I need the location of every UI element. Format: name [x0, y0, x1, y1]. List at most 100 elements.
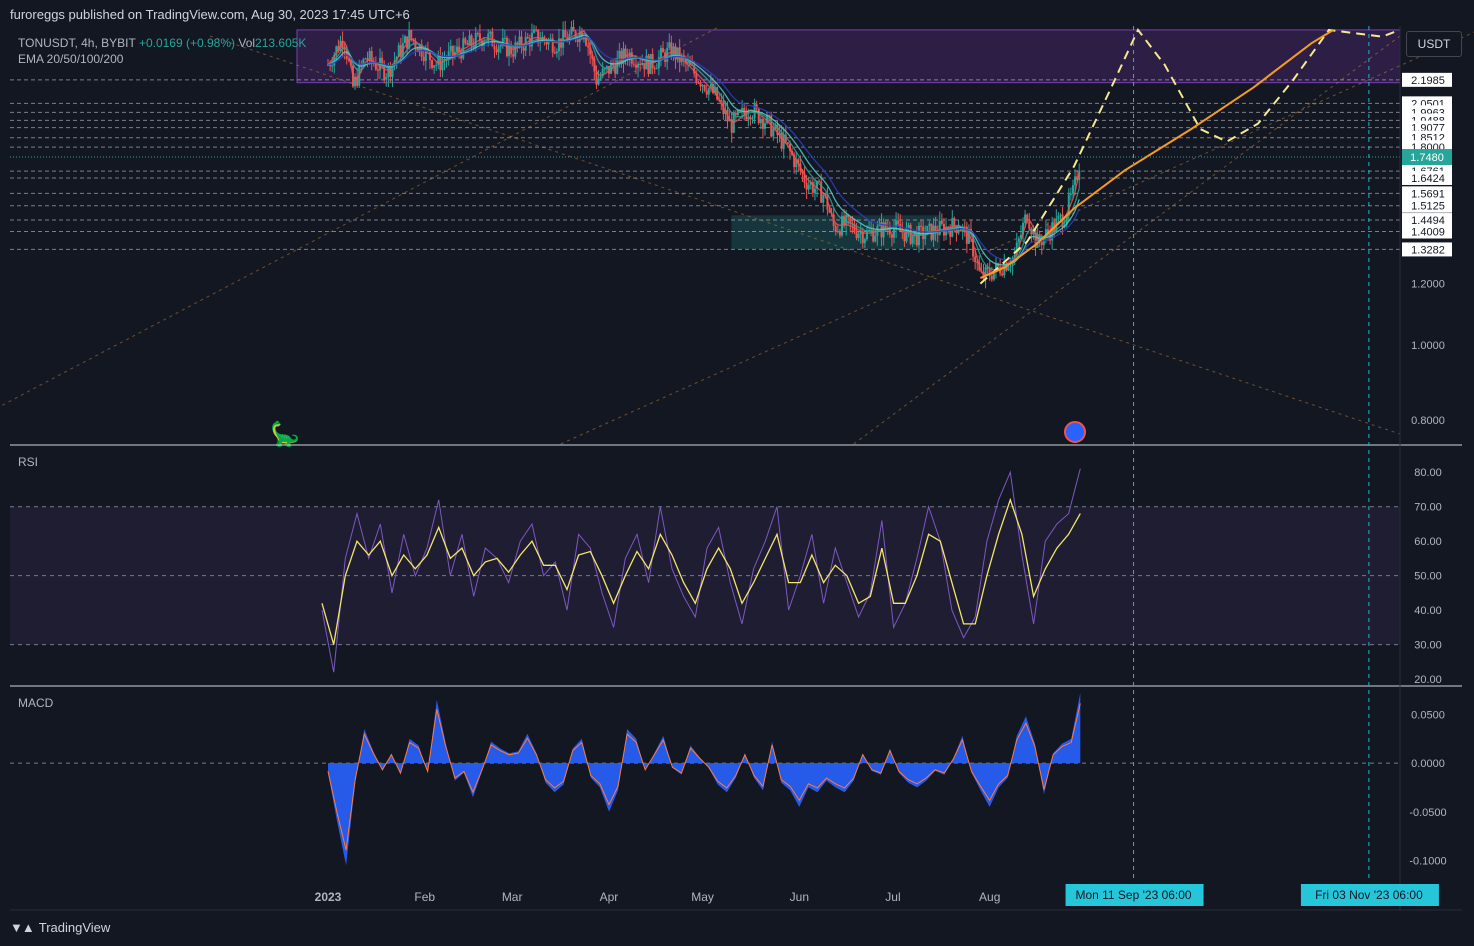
- last-price-label: 1.7480: [1410, 152, 1444, 164]
- candle-body: [1017, 238, 1020, 243]
- time-tick-label: Jun: [790, 890, 809, 904]
- candle-body: [870, 229, 873, 231]
- symbol-legend[interactable]: TONUSDT, 4h, BYBIT +0.0169 (+0.98%) Vol2…: [18, 36, 306, 50]
- candle-body: [522, 47, 525, 51]
- candle-body: [697, 82, 700, 84]
- candle-body: [761, 119, 764, 129]
- candle-body: [381, 57, 384, 64]
- candle-body: [553, 52, 556, 54]
- candle-body: [433, 65, 436, 68]
- candle-body: [476, 32, 479, 34]
- candle-body: [634, 64, 637, 68]
- chart-canvas: 🦕 2.19852.05011.99631.94881.90771.85121.…: [0, 0, 1474, 946]
- macd-tick-label: 0.0500: [1411, 709, 1445, 721]
- candle-body: [838, 231, 841, 236]
- candle-body: [643, 62, 646, 70]
- candle-body: [736, 110, 739, 115]
- candle-body: [863, 239, 866, 244]
- dino-icon: 🦕: [270, 420, 300, 448]
- candle-body: [595, 71, 598, 85]
- candle-body: [861, 231, 864, 244]
- candle-body: [940, 220, 943, 224]
- brand-label: TradingView: [38, 920, 111, 935]
- candle-body: [668, 42, 671, 48]
- candle-body: [597, 78, 600, 85]
- time-tick-label: May: [691, 890, 714, 904]
- level-tag-label: 2.1985: [1411, 75, 1445, 87]
- candle-body: [1057, 215, 1060, 219]
- candle-body: [464, 38, 467, 44]
- level-tag-label: 1.5691: [1411, 188, 1445, 200]
- candle-body: [890, 234, 893, 238]
- candle-body: [1059, 214, 1062, 216]
- level-price-tag: 1.5125: [1402, 198, 1452, 213]
- candle-body: [364, 58, 367, 60]
- level-price-tag: 2.1985: [1402, 72, 1452, 87]
- volume-label: Vol: [238, 36, 256, 50]
- level-tag-label: 1.3282: [1411, 244, 1445, 256]
- candle-body: [963, 226, 966, 228]
- candle-body: [857, 233, 860, 238]
- candle-body: [772, 128, 775, 137]
- candle-body: [922, 226, 925, 240]
- macd-tick-label: 0.0000: [1411, 758, 1445, 770]
- tradingview-brand[interactable]: ▼▲ TradingView: [10, 920, 110, 935]
- candle-body: [493, 46, 496, 50]
- candle-body: [974, 256, 977, 263]
- candle-body: [503, 37, 506, 39]
- candle-body: [874, 236, 877, 242]
- candle-body: [747, 116, 750, 120]
- candle-body: [422, 56, 425, 61]
- candle-body: [786, 142, 789, 144]
- candle-body: [836, 231, 839, 233]
- candle-body: [560, 38, 563, 48]
- candle-body: [516, 42, 519, 46]
- candle-body: [903, 232, 906, 242]
- candle-body: [449, 45, 452, 52]
- candle-body: [707, 88, 710, 95]
- time-tick-label: Aug: [979, 890, 1000, 904]
- candle-body: [403, 36, 406, 44]
- candle-body: [587, 45, 590, 48]
- symbol-label: TONUSDT, 4h, BYBIT: [18, 36, 136, 50]
- candle-body: [599, 76, 602, 79]
- candle-body: [1024, 214, 1027, 223]
- candle-body: [639, 63, 642, 65]
- candle-body: [897, 220, 900, 224]
- level-tag-label: 1.5125: [1411, 201, 1445, 213]
- candle-body: [1071, 185, 1074, 194]
- candle-body: [533, 29, 536, 33]
- candle-body: [818, 180, 821, 182]
- candle-body: [957, 229, 960, 234]
- time-marker-tag: Fri 03 Nov '23 06:00: [1300, 884, 1439, 906]
- candle-body: [895, 220, 898, 229]
- currency-button[interactable]: USDT: [1406, 31, 1462, 57]
- candle-body: [703, 85, 706, 91]
- candle-body: [653, 68, 656, 70]
- candle-body: [1007, 267, 1010, 271]
- time-tick-label: Jul: [885, 890, 900, 904]
- candle-body: [741, 107, 744, 111]
- candle-body: [845, 214, 848, 226]
- candle-body: [757, 108, 760, 124]
- candle-body: [855, 231, 858, 238]
- candle-body: [1074, 176, 1077, 186]
- candle-body: [431, 60, 434, 68]
- macd-legend[interactable]: MACD: [18, 696, 53, 710]
- candle-body: [647, 55, 650, 74]
- macd-tick-label: -0.1000: [1409, 856, 1446, 868]
- candle-body: [834, 226, 837, 232]
- candle-body: [535, 29, 538, 31]
- candle-body: [585, 37, 588, 46]
- ema-legend[interactable]: EMA 20/50/100/200: [18, 52, 123, 66]
- candle-body: [990, 275, 993, 280]
- price-tick-label: 0.8000: [1411, 415, 1445, 427]
- candle-body: [959, 229, 962, 232]
- candle-body: [368, 51, 371, 61]
- candle-body: [1009, 265, 1012, 268]
- candle-body: [759, 119, 762, 124]
- candle-body: [555, 51, 558, 54]
- candle-body: [780, 132, 783, 149]
- candle-body: [1001, 273, 1004, 276]
- rsi-legend[interactable]: RSI: [18, 455, 38, 469]
